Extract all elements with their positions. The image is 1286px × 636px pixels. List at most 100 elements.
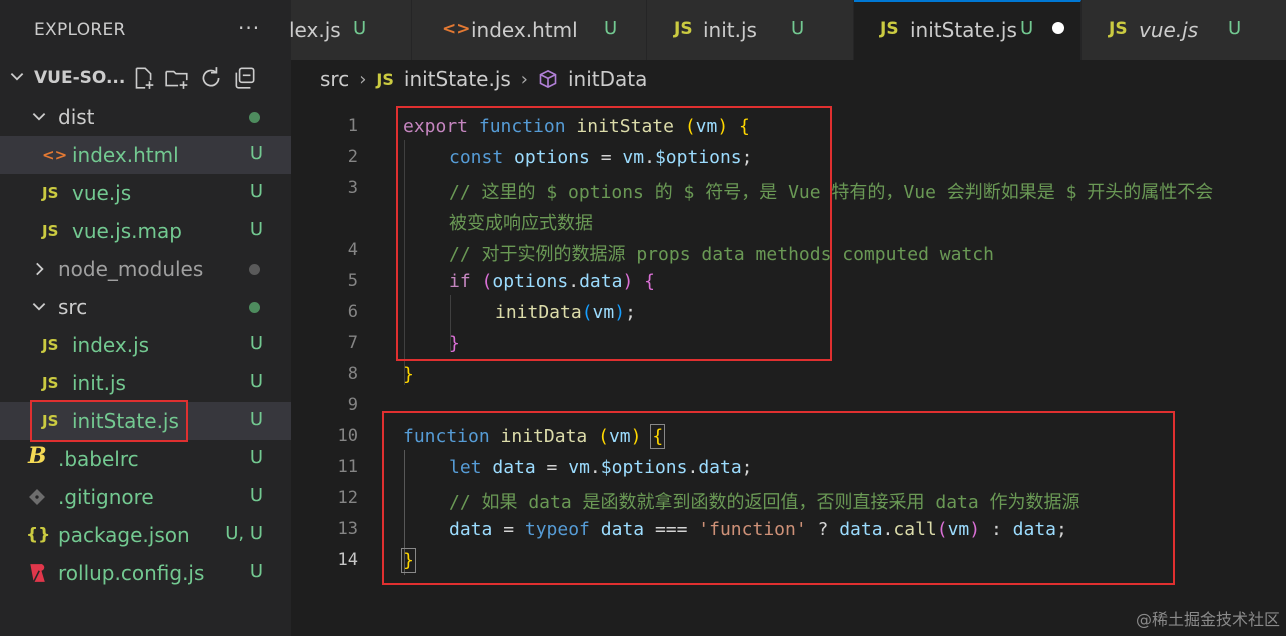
chevron-right-icon: ›	[520, 68, 528, 90]
js-file-icon: JS	[42, 374, 59, 392]
git-status: U	[249, 371, 263, 392]
project-header[interactable]: VUE-SO...	[0, 60, 291, 98]
tree-label: index.html	[72, 143, 179, 167]
tree-label: rollup.config.js	[58, 561, 205, 585]
new-folder-icon[interactable]	[164, 65, 190, 91]
line-number: 7	[347, 333, 358, 353]
chevron-down-icon[interactable]	[8, 68, 26, 86]
line-number: 2	[347, 147, 358, 167]
tab-index-js[interactable]: lex.js U	[289, 0, 412, 60]
html-file-icon: <>	[42, 146, 68, 164]
tree-label: init.js	[72, 371, 126, 395]
line-number: 9	[347, 395, 358, 415]
new-file-icon[interactable]	[130, 65, 156, 91]
tab-status: U	[353, 18, 367, 39]
tree-label: src	[58, 295, 88, 319]
babel-file-icon: B	[28, 443, 47, 469]
tab-label: index.html	[471, 18, 578, 42]
line-number: 6	[347, 302, 358, 322]
js-file-icon: JS	[42, 184, 59, 202]
tab-label: lex.js	[289, 18, 341, 42]
breadcrumb-file[interactable]: initState.js	[404, 67, 511, 91]
git-file-icon	[29, 489, 45, 505]
tree-item-gitignore[interactable]: .gitignore U	[0, 478, 291, 516]
line-number: 14	[337, 550, 358, 570]
rollup-file-icon	[30, 564, 45, 583]
tree-item-vue-js-map[interactable]: JS vue.js.map U	[0, 212, 291, 250]
explorer-title: EXPLORER	[34, 20, 126, 40]
tab-status: U	[791, 18, 805, 39]
js-file-icon: JS	[376, 69, 394, 89]
tree-item-initstate-js[interactable]: JS initState.js U	[0, 400, 291, 442]
tree-label: node_modules	[58, 257, 204, 281]
tab-label: initState.js	[910, 18, 1017, 42]
tree-folder-node-modules[interactable]: node_modules	[0, 250, 291, 288]
tree-folder-dist[interactable]: dist	[0, 98, 291, 136]
more-actions-icon[interactable]: ···	[238, 16, 260, 40]
unsaved-dot-icon[interactable]	[1052, 22, 1064, 34]
line-number: 10	[337, 426, 358, 446]
line-number: 1	[347, 116, 358, 136]
tab-init-js[interactable]: JS init.js U	[647, 0, 854, 60]
refresh-icon[interactable]	[198, 65, 224, 91]
line-number: 13	[337, 519, 358, 539]
tree-item-vue-js[interactable]: JS vue.js U	[0, 174, 291, 212]
tree-label: package.json	[58, 523, 190, 547]
modified-dot-icon	[249, 302, 260, 313]
file-tree: dist <> index.html U JS vue.js U JS vue.…	[0, 98, 291, 592]
tree-folder-src[interactable]: src	[0, 288, 291, 326]
chevron-down-icon	[32, 112, 46, 121]
chevron-right-icon: ›	[359, 68, 367, 90]
editor-tabs: lex.js U <> index.html U JS init.js U JS…	[289, 0, 1286, 60]
js-file-icon: JS	[1109, 19, 1128, 39]
git-status: U	[249, 219, 263, 240]
line-number: 4	[347, 240, 358, 260]
chevron-right-icon	[36, 262, 44, 276]
line-number: 11	[337, 457, 358, 477]
code-editor[interactable]: 1 2 3 4 5 6 7 8 9 10 11 12 13 14 export …	[291, 106, 1286, 636]
tab-status: U	[1020, 18, 1034, 39]
js-file-icon: JS	[42, 336, 59, 354]
line-number: 12	[337, 488, 358, 508]
git-status: U	[249, 409, 263, 430]
tree-item-babelrc[interactable]: B .babelrc U	[0, 440, 291, 478]
tree-label: index.js	[72, 333, 150, 357]
breadcrumb-folder[interactable]: src	[320, 67, 349, 91]
tree-label: .gitignore	[58, 485, 154, 509]
js-file-icon: JS	[42, 222, 59, 240]
tab-label: vue.js	[1139, 18, 1199, 42]
watermark: @稀土掘金技术社区	[1135, 610, 1280, 629]
ignored-dot-icon	[249, 264, 260, 275]
tree-label: vue.js.map	[72, 219, 182, 243]
tab-vue-js[interactable]: JS vue.js U	[1082, 0, 1286, 60]
line-number: 5	[347, 271, 358, 291]
tab-initstate-js[interactable]: JS initState.js U	[854, 0, 1081, 60]
breadcrumb-symbol[interactable]: initData	[568, 67, 647, 91]
json-file-icon: {}	[26, 525, 51, 545]
git-status: U	[249, 485, 263, 506]
tree-item-init-js[interactable]: JS init.js U	[0, 364, 291, 402]
breadcrumb: src › JS initState.js › initData	[320, 64, 647, 94]
tree-label: .babelrc	[58, 447, 139, 471]
highlight-box	[396, 106, 832, 361]
tab-index-html[interactable]: <> index.html U	[412, 0, 647, 60]
highlight-box	[382, 411, 1175, 585]
modified-dot-icon	[249, 112, 260, 123]
tree-label: vue.js	[72, 181, 132, 205]
js-file-icon: JS	[674, 19, 693, 39]
git-status: U	[249, 181, 263, 202]
tree-item-index-js[interactable]: JS index.js U	[0, 326, 291, 364]
tree-item-rollup-config[interactable]: rollup.config.js U	[0, 554, 291, 592]
git-status: U	[249, 447, 263, 468]
tree-item-index-html[interactable]: <> index.html U	[0, 136, 291, 174]
collapse-all-icon[interactable]	[232, 65, 258, 91]
git-status: U	[249, 561, 263, 582]
tab-status: U	[604, 18, 618, 39]
line-number: 3	[347, 178, 358, 198]
highlight-box	[30, 400, 188, 442]
project-name: VUE-SO...	[34, 68, 126, 88]
tab-status: U	[1228, 18, 1242, 39]
tree-item-package-json[interactable]: {} package.json U, U	[0, 516, 291, 554]
symbol-method-icon	[539, 69, 557, 89]
git-status: U, U	[225, 523, 263, 544]
